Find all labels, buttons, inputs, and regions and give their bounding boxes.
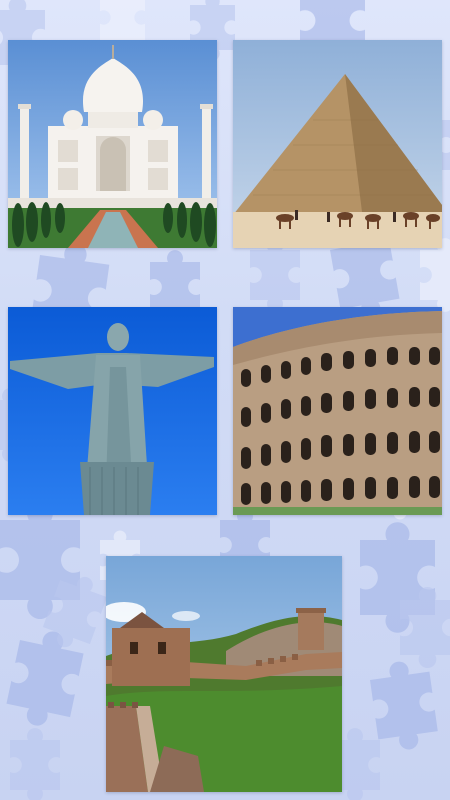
christ-the-redeemer-image bbox=[8, 307, 217, 515]
puzzle-tile-great-pyramid[interactable] bbox=[233, 40, 442, 248]
colosseum-image bbox=[233, 307, 442, 515]
puzzle-tile-christ-the-redeemer[interactable] bbox=[8, 307, 217, 515]
great-wall-image bbox=[106, 556, 342, 792]
puzzle-tile-great-wall[interactable] bbox=[106, 556, 342, 792]
taj-mahal-image bbox=[8, 40, 217, 248]
great-pyramid-image bbox=[233, 40, 442, 248]
puzzle-tile-taj-mahal[interactable] bbox=[8, 40, 217, 248]
puzzle-tile-colosseum[interactable] bbox=[233, 307, 442, 515]
